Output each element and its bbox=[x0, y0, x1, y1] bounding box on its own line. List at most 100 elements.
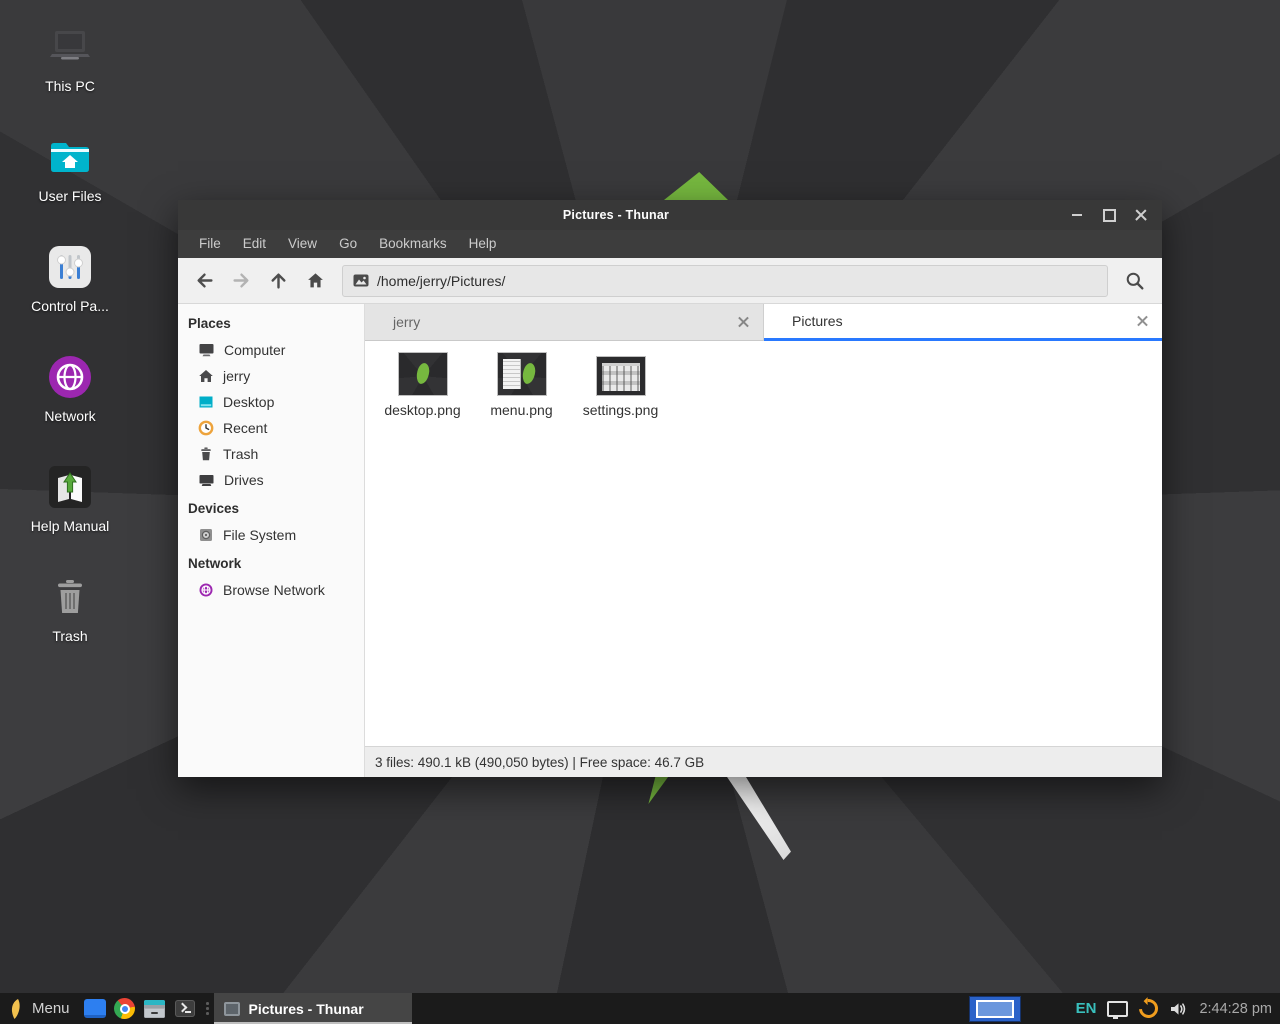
display-tray-icon[interactable] bbox=[1107, 1001, 1128, 1017]
menu-bookmarks[interactable]: Bookmarks bbox=[368, 230, 458, 258]
location-path: /home/jerry/Pictures/ bbox=[377, 273, 505, 289]
desktop-icon-network[interactable]: Network bbox=[12, 354, 128, 424]
terminal-launcher[interactable] bbox=[170, 993, 200, 1024]
sidebar-item-label: Drives bbox=[224, 472, 264, 488]
home-icon bbox=[306, 271, 325, 290]
file-view[interactable]: desktop.png menu.png settings.png bbox=[365, 341, 1162, 746]
sidebar-item-computer[interactable]: Computer bbox=[178, 337, 364, 363]
file-thumbnail bbox=[498, 353, 546, 395]
sidebar-item-recent[interactable]: Recent bbox=[178, 415, 364, 441]
chrome-icon bbox=[114, 998, 135, 1019]
volume-icon[interactable] bbox=[1169, 1000, 1188, 1018]
menu-bar: File Edit View Go Bookmarks Help bbox=[178, 230, 1162, 258]
sidebar-item-file-system[interactable]: File System bbox=[178, 522, 364, 548]
desktop-icon-control-panel[interactable]: Control Pa... bbox=[12, 244, 128, 314]
sidebar-item-drives[interactable]: Drives bbox=[178, 467, 364, 493]
computer-icon bbox=[198, 342, 215, 358]
taskbar-clock[interactable]: 2:44:28 pm bbox=[1199, 1001, 1272, 1017]
search-button[interactable] bbox=[1116, 264, 1154, 298]
window-task-label: Pictures - Thunar bbox=[249, 1001, 364, 1017]
terminal-icon bbox=[175, 1000, 195, 1017]
maximize-button[interactable] bbox=[1096, 203, 1122, 227]
tab-bar: jerry Pictures bbox=[365, 304, 1162, 341]
file-item-settings-png[interactable]: settings.png bbox=[571, 351, 670, 418]
desktop-icon-help-manual[interactable]: Help Manual bbox=[12, 464, 128, 534]
sidebar-item-label: Browse Network bbox=[223, 582, 325, 598]
desktop-icon-label: Help Manual bbox=[31, 518, 110, 534]
thumbnail-art bbox=[602, 363, 640, 391]
recent-clock-icon bbox=[198, 420, 214, 436]
back-button[interactable] bbox=[186, 264, 223, 298]
help-manual-icon bbox=[47, 464, 93, 510]
browse-network-icon bbox=[198, 582, 214, 598]
toolbar: /home/jerry/Pictures/ bbox=[178, 258, 1162, 304]
desktop-icon-label: This PC bbox=[45, 78, 95, 94]
sidebar-item-label: File System bbox=[223, 527, 296, 543]
sidebar-item-browse-network[interactable]: Browse Network bbox=[178, 577, 364, 603]
menu-help[interactable]: Help bbox=[458, 230, 508, 258]
file-item-desktop-png[interactable]: desktop.png bbox=[373, 351, 472, 418]
sidebar-item-jerry[interactable]: jerry bbox=[178, 363, 364, 389]
menu-edit[interactable]: Edit bbox=[232, 230, 277, 258]
sidebar-item-label: jerry bbox=[223, 368, 250, 384]
update-manager-icon[interactable] bbox=[1136, 995, 1163, 1022]
image-file-icon bbox=[353, 274, 369, 287]
tab-close-icon[interactable] bbox=[1137, 316, 1148, 327]
sidebar-header-network: Network bbox=[178, 548, 364, 577]
thunar-window: Pictures - Thunar File Edit View Go Book… bbox=[178, 200, 1162, 777]
drives-icon bbox=[198, 472, 215, 488]
trash-icon bbox=[198, 446, 214, 462]
tab-jerry[interactable]: jerry bbox=[365, 304, 764, 341]
trash-icon bbox=[47, 574, 93, 620]
menu-file[interactable]: File bbox=[188, 230, 232, 258]
taskbar-window-button[interactable]: Pictures - Thunar bbox=[214, 993, 412, 1024]
up-arrow-icon bbox=[269, 271, 288, 290]
keyboard-layout-indicator[interactable]: EN bbox=[1076, 1000, 1097, 1017]
search-icon bbox=[1125, 271, 1145, 291]
tab-close-icon[interactable] bbox=[738, 317, 749, 328]
tasklist-handle[interactable] bbox=[204, 993, 212, 1024]
up-button[interactable] bbox=[260, 264, 297, 298]
forward-button[interactable] bbox=[223, 264, 260, 298]
menu-button-label: Menu bbox=[32, 1000, 70, 1017]
file-name: settings.png bbox=[583, 402, 659, 418]
sidebar-item-desktop[interactable]: Desktop bbox=[178, 389, 364, 415]
file-manager-icon bbox=[144, 1000, 165, 1018]
desktop-icon-label: User Files bbox=[38, 188, 101, 204]
tab-label: jerry bbox=[393, 314, 420, 330]
network-globe-icon bbox=[47, 354, 93, 400]
desktop-icon-label: Network bbox=[44, 408, 95, 424]
menu-view[interactable]: View bbox=[277, 230, 328, 258]
close-button[interactable] bbox=[1128, 203, 1154, 227]
sidebar-item-label: Desktop bbox=[223, 394, 274, 410]
window-title: Pictures - Thunar bbox=[178, 208, 1054, 222]
show-desktop-icon bbox=[84, 999, 106, 1018]
menu-go[interactable]: Go bbox=[328, 230, 368, 258]
tab-label: Pictures bbox=[792, 313, 843, 329]
workspace-switcher[interactable] bbox=[969, 996, 1021, 1022]
sidebar-item-label: Computer bbox=[224, 342, 285, 358]
this-pc-icon bbox=[47, 24, 93, 70]
file-manager-launcher[interactable] bbox=[140, 993, 170, 1024]
home-button[interactable] bbox=[297, 264, 334, 298]
show-desktop-button[interactable] bbox=[80, 993, 110, 1024]
back-arrow-icon bbox=[195, 271, 214, 290]
status-bar: 3 files: 490.1 kB (490,050 bytes) | Free… bbox=[365, 746, 1162, 777]
location-bar[interactable]: /home/jerry/Pictures/ bbox=[342, 265, 1108, 297]
desktop-icon-user-files[interactable]: User Files bbox=[12, 134, 128, 204]
desktop-icon-label: Control Pa... bbox=[31, 298, 109, 314]
menu-button[interactable]: Menu bbox=[0, 993, 80, 1024]
sidebar-item-trash[interactable]: Trash bbox=[178, 441, 364, 467]
sidebar: Places Computer jerry Desktop bbox=[178, 304, 365, 777]
taskbar: Menu Pictures - Thunar EN bbox=[0, 993, 1280, 1024]
tab-pictures[interactable]: Pictures bbox=[764, 304, 1162, 341]
desktop-icon-trash[interactable]: Trash bbox=[12, 574, 128, 644]
status-text: 3 files: 490.1 kB (490,050 bytes) | Free… bbox=[375, 755, 704, 770]
sidebar-header-devices: Devices bbox=[178, 493, 364, 522]
file-item-menu-png[interactable]: menu.png bbox=[472, 351, 571, 418]
minimize-button[interactable] bbox=[1064, 203, 1090, 227]
window-titlebar[interactable]: Pictures - Thunar bbox=[178, 200, 1162, 230]
desktop-icon-this-pc[interactable]: This PC bbox=[12, 24, 128, 94]
sidebar-item-label: Trash bbox=[223, 446, 258, 462]
browser-launcher[interactable] bbox=[110, 993, 140, 1024]
